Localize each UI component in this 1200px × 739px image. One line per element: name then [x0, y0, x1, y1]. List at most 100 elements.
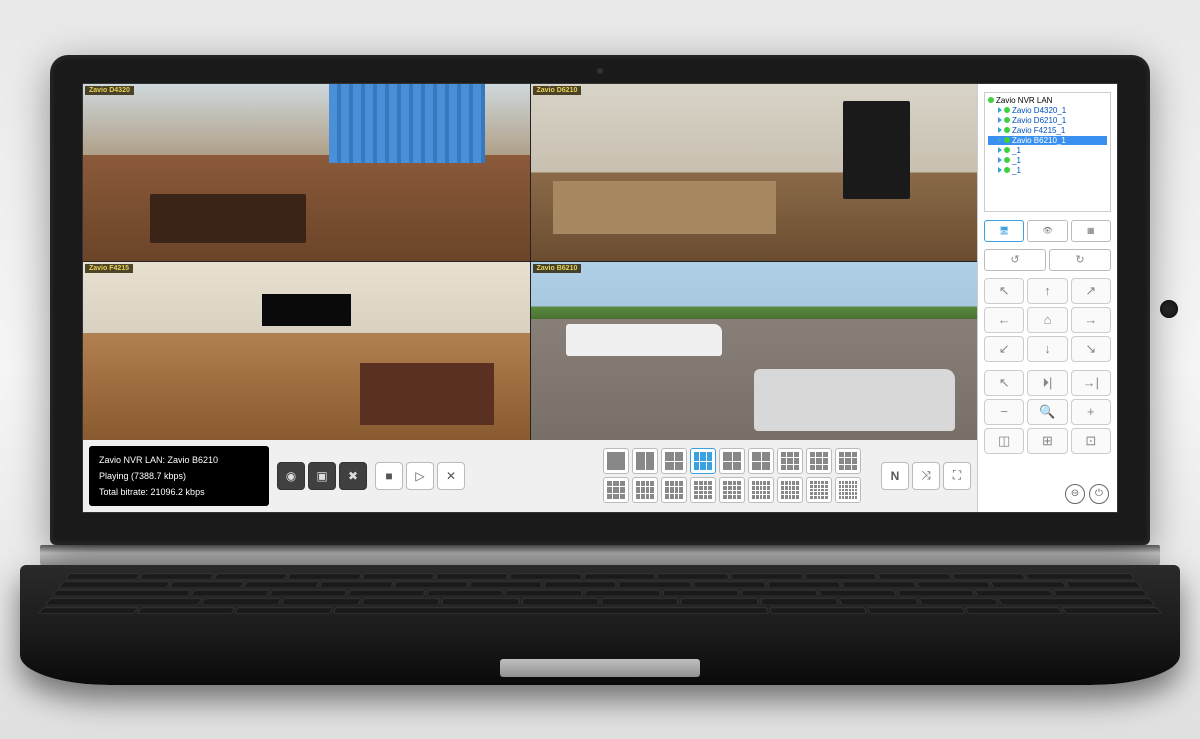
tree-item[interactable]: _1	[988, 156, 1107, 165]
tab-multi[interactable]: ▦	[1071, 220, 1111, 242]
layout-option-9[interactable]	[835, 448, 861, 474]
tree-item-label: Zavio D6210_1	[1012, 116, 1066, 125]
layout-option-4[interactable]	[690, 448, 716, 474]
transport-controls: ◉ ▣ ✖	[277, 462, 367, 490]
arrow-icon	[998, 147, 1002, 153]
camera-label: Zavio F4215	[85, 264, 133, 273]
layout-option-1[interactable]	[603, 448, 629, 474]
camera-feed-3[interactable]: Zavio F4215	[83, 262, 530, 440]
side-bottom: ⊖ ⏻	[986, 484, 1109, 504]
laptop-base	[20, 565, 1180, 685]
ptz-right[interactable]: →	[1071, 307, 1111, 333]
tree-item-label: _1	[1012, 166, 1021, 175]
status-dot-icon	[1004, 137, 1010, 143]
layout-option-6[interactable]	[748, 448, 774, 474]
arrow-icon	[998, 117, 1002, 123]
status-dot-icon	[1004, 127, 1010, 133]
arrow-icon	[998, 107, 1002, 113]
power-button[interactable]: ⏻	[1089, 484, 1109, 504]
layout-option-13[interactable]	[690, 477, 716, 503]
stop-button[interactable]: ■	[375, 462, 403, 490]
bottom-toolbar: Zavio NVR LAN: Zavio B6210 Playing (7388…	[83, 440, 977, 512]
refresh-button[interactable]: ↻	[1049, 249, 1111, 271]
ptz-up-left[interactable]: ↖	[984, 278, 1024, 304]
device-tree[interactable]: Zavio NVR LAN Zavio D4320_1Zavio D6210_1…	[984, 92, 1111, 212]
layout-option-11[interactable]	[632, 477, 658, 503]
preset-3-button[interactable]: ⊡	[1071, 428, 1111, 454]
status-bitrate: Total bitrate: 21096.2 kbps	[99, 487, 259, 497]
tool-end[interactable]: →|	[1071, 370, 1111, 396]
record-button[interactable]: ◉	[277, 462, 305, 490]
close-button[interactable]: ✕	[437, 462, 465, 490]
status-dot-icon	[1004, 147, 1010, 153]
fullscreen-button[interactable]: ⛶	[943, 462, 971, 490]
tree-item-label: Zavio D4320_1	[1012, 106, 1066, 115]
webcam-icon	[596, 67, 604, 75]
camera-feed-1[interactable]: Zavio D4320	[83, 84, 530, 262]
side-panel: Zavio NVR LAN Zavio D4320_1Zavio D6210_1…	[977, 84, 1117, 512]
ptz-left[interactable]: ←	[984, 307, 1024, 333]
tree-item-label: Zavio F4215_1	[1012, 126, 1065, 135]
tab-eye[interactable]: 👁	[1027, 220, 1067, 242]
tree-item[interactable]: Zavio D4320_1	[988, 106, 1107, 115]
stop-all-button[interactable]: ▣	[308, 462, 336, 490]
layout-option-5[interactable]	[719, 448, 745, 474]
playback-controls: ■ ▷ ✕	[375, 462, 465, 490]
status-dot-icon	[1004, 117, 1010, 123]
ptz-home[interactable]: ⌂	[1027, 307, 1067, 333]
layout-option-3[interactable]	[661, 448, 687, 474]
hand-button[interactable]: ↺	[984, 249, 1046, 271]
tree-item[interactable]: Zavio D6210_1	[988, 116, 1107, 125]
arrow-icon	[998, 167, 1002, 173]
tab-monitor[interactable]: 🖥	[984, 220, 1024, 242]
camera-feed-4[interactable]: Zavio B6210	[531, 262, 978, 440]
layout-option-16[interactable]	[777, 477, 803, 503]
camera-feed-2[interactable]: Zavio D6210	[531, 84, 978, 262]
tool-diag[interactable]: ↖	[984, 370, 1024, 396]
tool-skip[interactable]: ⏵|	[1027, 370, 1067, 396]
step-button[interactable]: ▷	[406, 462, 434, 490]
preset-2-button[interactable]: ⊞	[1027, 428, 1067, 454]
tool-pad: ↖ ⏵| →| − 🔍 + ◫ ⊞ ⊡	[984, 370, 1111, 454]
zoom-in-button[interactable]: +	[1071, 399, 1111, 425]
tree-item[interactable]: _1	[988, 166, 1107, 175]
layout-option-14[interactable]	[719, 477, 745, 503]
ptz-down[interactable]: ↓	[1027, 336, 1067, 362]
layout-option-2[interactable]	[632, 448, 658, 474]
layout-option-7[interactable]	[777, 448, 803, 474]
laptop-hinge	[40, 545, 1160, 565]
tree-item-label: _1	[1012, 146, 1021, 155]
nvr-application: Zavio D4320 Zavio D6210 Zavio F4215 Zavi…	[82, 83, 1118, 513]
eject-button	[1160, 300, 1178, 318]
zoom-out-button[interactable]: −	[984, 399, 1024, 425]
layout-option-18[interactable]	[835, 477, 861, 503]
ptz-down-right[interactable]: ↘	[1071, 336, 1111, 362]
layout-option-15[interactable]	[748, 477, 774, 503]
refresh-row: ↺ ↻	[984, 249, 1111, 271]
layout-selector	[603, 448, 873, 503]
tree-item[interactable]: Zavio F4215_1	[988, 126, 1107, 135]
keyboard	[38, 573, 1163, 614]
shuffle-button[interactable]: ⤨	[912, 462, 940, 490]
settings-button[interactable]: ✖	[339, 462, 367, 490]
preset-1-button[interactable]: ◫	[984, 428, 1024, 454]
zoom-button[interactable]: 🔍	[1027, 399, 1067, 425]
layout-option-12[interactable]	[661, 477, 687, 503]
camera-label: Zavio D4320	[85, 86, 134, 95]
layout-option-10[interactable]	[603, 477, 629, 503]
layout-option-8[interactable]	[806, 448, 832, 474]
ptz-up[interactable]: ↑	[1027, 278, 1067, 304]
ptz-up-right[interactable]: ↗	[1071, 278, 1111, 304]
minimize-button[interactable]: ⊖	[1065, 484, 1085, 504]
ptz-pad: ↖ ↑ ↗ ← ⌂ → ↙ ↓ ↘	[984, 278, 1111, 362]
camera-label: Zavio B6210	[533, 264, 582, 273]
tree-root[interactable]: Zavio NVR LAN	[988, 96, 1107, 105]
layout-option-17[interactable]	[806, 477, 832, 503]
arrow-icon	[998, 137, 1002, 143]
video-grid: Zavio D4320 Zavio D6210 Zavio F4215 Zavi…	[83, 84, 977, 440]
ptz-down-left[interactable]: ↙	[984, 336, 1024, 362]
n-view-button[interactable]: N	[881, 462, 909, 490]
tree-item[interactable]: Zavio B6210_1	[988, 136, 1107, 145]
tree-item[interactable]: _1	[988, 146, 1107, 155]
camera-label: Zavio D6210	[533, 86, 582, 95]
